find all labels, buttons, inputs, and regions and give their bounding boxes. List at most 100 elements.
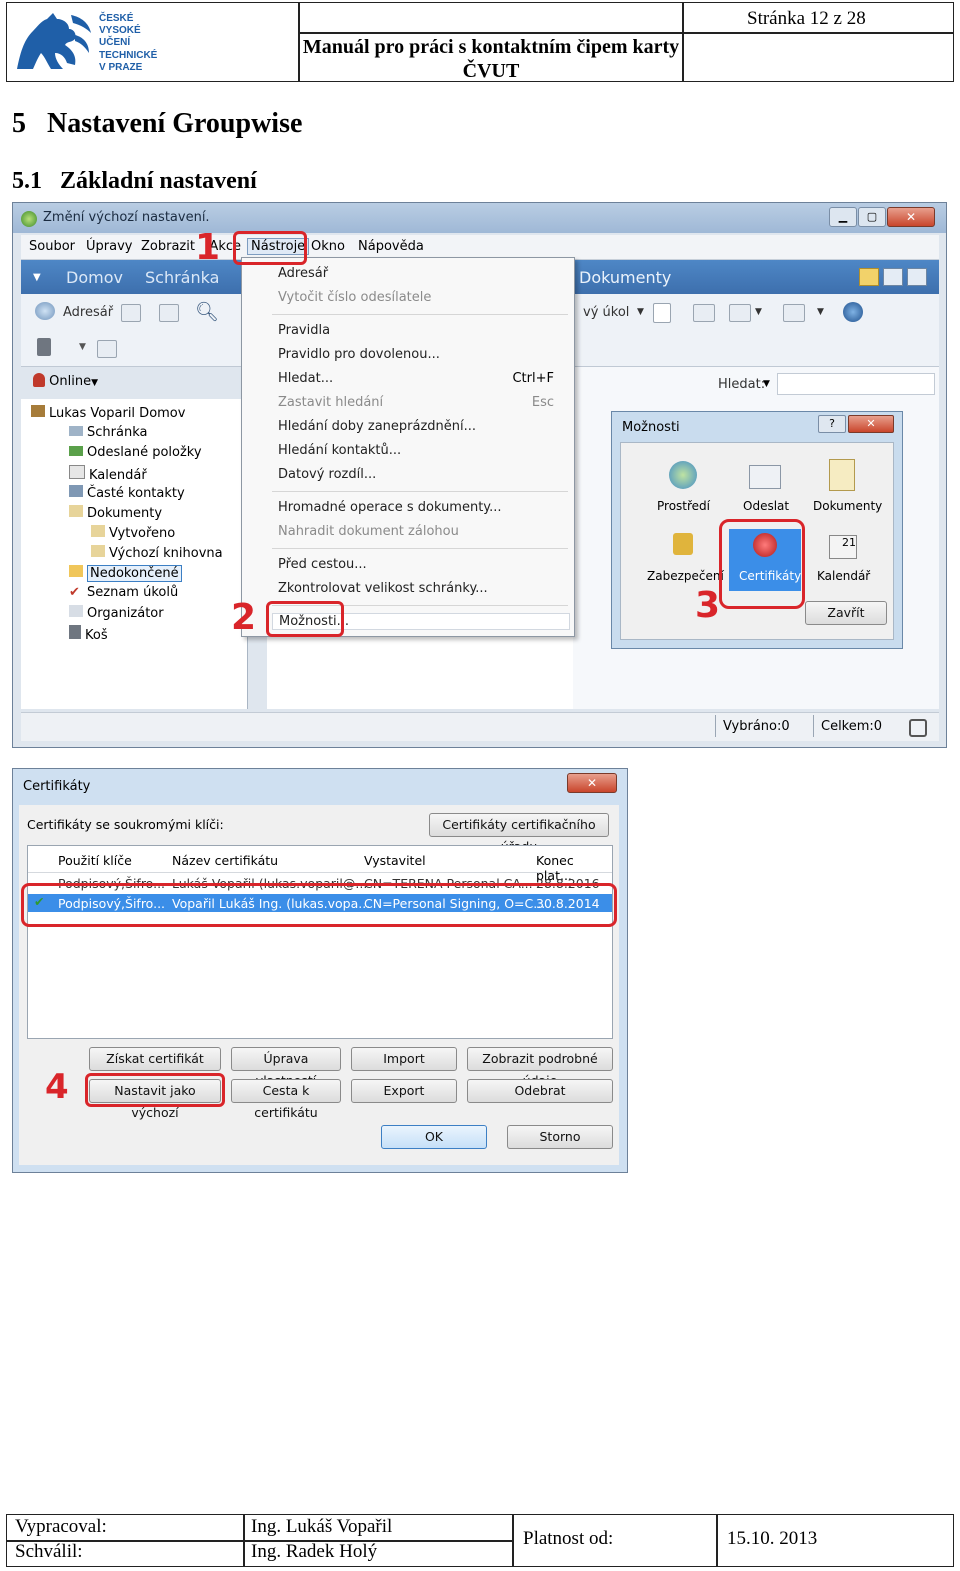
layout-icon[interactable] — [693, 304, 715, 322]
folder-documents[interactable]: Dokumenty — [69, 505, 162, 521]
option-calendar[interactable]: Kalendář — [817, 569, 870, 583]
menu-upravy[interactable]: Úpravy — [86, 239, 132, 254]
menu-item-contact-search[interactable]: Hledání kontaktů... — [278, 443, 401, 458]
column-cert-name[interactable]: Název certifikátu — [172, 853, 278, 868]
option-send[interactable]: Odeslat — [743, 499, 789, 513]
highlight-certifikaty — [719, 519, 805, 609]
table-icon[interactable] — [783, 304, 805, 322]
import-button[interactable]: Import — [351, 1047, 457, 1071]
dropdown-arrow-icon[interactable]: ▼ — [763, 379, 770, 389]
menu-item-dial[interactable]: Vytočit číslo odesílatele — [278, 290, 431, 305]
page-header: ČESKÉ VYSOKÉ UČENÍ TECHNICKÉ V PRAZE Man… — [6, 2, 954, 82]
folder-tasks[interactable]: ✔ Seznam úkolů — [69, 585, 178, 600]
cancel-button[interactable]: Storno — [507, 1125, 613, 1149]
remove-button[interactable]: Odebrat — [467, 1079, 613, 1103]
column-issuer[interactable]: Vystavitel — [364, 853, 426, 868]
menu-soubor[interactable]: Soubor — [29, 239, 75, 254]
manual-title: Manuál pro práci s kontaktním čipem kart… — [302, 36, 680, 82]
menu-item-bulk-docs[interactable]: Hromadné operace s dokumenty... — [278, 500, 502, 515]
dialog-close-button[interactable]: ✕ — [567, 773, 617, 793]
addressbook-button[interactable]: Adresář — [63, 305, 113, 320]
close-button[interactable]: ✕ — [887, 207, 935, 227]
lock-icon[interactable] — [673, 533, 693, 555]
menu-item-before-travel[interactable]: Před cestou... — [278, 557, 367, 572]
groupwise-window: Změní výchozí nastavení. ▁ ▢ ✕ Soubor Úp… — [12, 202, 947, 748]
folder-home[interactable]: Lukas Voparil Domov — [31, 405, 185, 421]
online-status[interactable]: Online▼ — [33, 373, 98, 389]
menu-item-busy-search[interactable]: Hledání doby zaneprázdnění... — [278, 419, 476, 434]
globe-icon[interactable] — [843, 302, 863, 322]
dialog-close-button[interactable]: ✕ — [848, 415, 894, 433]
new-task-button[interactable]: vý úkol — [583, 305, 629, 320]
sent-icon — [69, 446, 83, 456]
folder-default-library[interactable]: Výchozí knihovna — [91, 545, 223, 561]
ok-button[interactable]: OK — [381, 1125, 487, 1149]
folder-unfinished[interactable]: Nedokončené — [69, 565, 182, 582]
menu-separator — [272, 314, 568, 315]
option-environment[interactable]: Prostředí — [657, 499, 710, 513]
folder-calendar[interactable]: Kalendář — [69, 465, 147, 483]
folder-icon[interactable] — [859, 268, 879, 286]
send-icon[interactable] — [749, 465, 781, 489]
print-icon[interactable] — [159, 304, 179, 322]
documents-icon[interactable] — [829, 459, 855, 491]
help-button[interactable]: ? — [818, 415, 846, 433]
contacts-icon — [69, 485, 83, 497]
export-button[interactable]: Export — [351, 1079, 457, 1103]
option-documents[interactable]: Dokumenty — [813, 499, 882, 513]
menu-item-replace-backup[interactable]: Nahradit dokument zálohou — [278, 524, 459, 539]
folder-inbox[interactable]: Schránka — [69, 425, 147, 440]
environment-icon[interactable] — [669, 461, 697, 489]
documents-icon — [69, 505, 83, 517]
menu-napoveda[interactable]: Nápověda — [358, 239, 424, 254]
new-item-icon[interactable] — [653, 303, 671, 323]
menu-item-rules[interactable]: Pravidla — [278, 323, 330, 338]
folder-created[interactable]: Vytvořeno — [91, 525, 175, 541]
dropdown-arrow-icon[interactable]: ▼ — [637, 307, 644, 317]
menu-zobrazit[interactable]: Zobrazit — [141, 239, 195, 254]
grid-icon[interactable] — [729, 304, 751, 322]
highlight-nastroje — [233, 231, 307, 265]
tab-domov[interactable]: Domov — [66, 268, 123, 287]
column-key-usage[interactable]: Použití klíče — [58, 853, 132, 868]
card-icon[interactable] — [97, 340, 117, 358]
cvut-lion-logo — [17, 13, 91, 69]
search-input[interactable] — [777, 373, 935, 395]
calendar-clock-icon[interactable]: 21 — [829, 535, 857, 559]
menu-item-vacation-rule[interactable]: Pravidlo pro dovolenou... — [278, 347, 440, 362]
certificate-path-button[interactable]: Cesta k certifikátu — [231, 1079, 341, 1120]
subsection-heading: 5.1 Základní nastavení — [12, 168, 257, 194]
menu-item-find[interactable]: Hledat... — [278, 371, 333, 386]
tab-dokumenty[interactable]: Dokumenty — [579, 268, 671, 287]
ca-certificates-button[interactable]: Certifikáty certifikačního úřadu — [429, 813, 609, 854]
folder-trash[interactable]: Koš — [69, 625, 108, 643]
view-icon[interactable] — [883, 268, 903, 286]
get-certificate-button[interactable]: Získat certifikát — [89, 1047, 221, 1071]
dropdown-arrow-icon[interactable]: ▼ — [79, 342, 86, 352]
card-icon[interactable] — [121, 304, 141, 322]
dropdown-arrow-icon[interactable]: ▼ — [817, 307, 824, 317]
menu-item-check-mailbox[interactable]: Zkontrolovat velikost schránky... — [278, 581, 488, 596]
menu-item-data-diff[interactable]: Datový rozdíl... — [278, 467, 376, 482]
option-security[interactable]: Zabezpečení — [647, 569, 724, 583]
trash-icon[interactable] — [37, 338, 51, 356]
folder-sent[interactable]: Odeslané položky — [69, 445, 202, 460]
show-details-button[interactable]: Zobrazit podrobné údaje — [467, 1047, 613, 1088]
dropdown-arrow-icon[interactable]: ▼ — [755, 307, 762, 317]
tab-schranka[interactable]: Schránka — [145, 268, 219, 287]
menu-okno[interactable]: Okno — [311, 239, 345, 254]
tab-arrow-icon[interactable]: ▼ — [33, 272, 41, 283]
folder-organizer[interactable]: Organizátor — [69, 605, 164, 621]
folder-contacts[interactable]: Časté kontakty — [69, 485, 185, 501]
page-number: Stránka 12 z 28 — [747, 8, 866, 29]
menu-item-addressbook[interactable]: Adresář — [278, 266, 328, 281]
edit-properties-button[interactable]: Úprava vlastností — [231, 1047, 341, 1088]
view-list-icon[interactable] — [907, 268, 927, 286]
addressbook-icon[interactable] — [35, 302, 55, 320]
close-dialog-button[interactable]: Zavřít — [805, 601, 887, 625]
menu-separator — [272, 491, 568, 492]
search-icon[interactable]: 🔍︎ — [195, 300, 219, 323]
maximize-button[interactable]: ▢ — [858, 207, 886, 227]
menu-item-stop-search[interactable]: Zastavit hledání — [278, 395, 383, 410]
minimize-button[interactable]: ▁ — [829, 207, 857, 227]
